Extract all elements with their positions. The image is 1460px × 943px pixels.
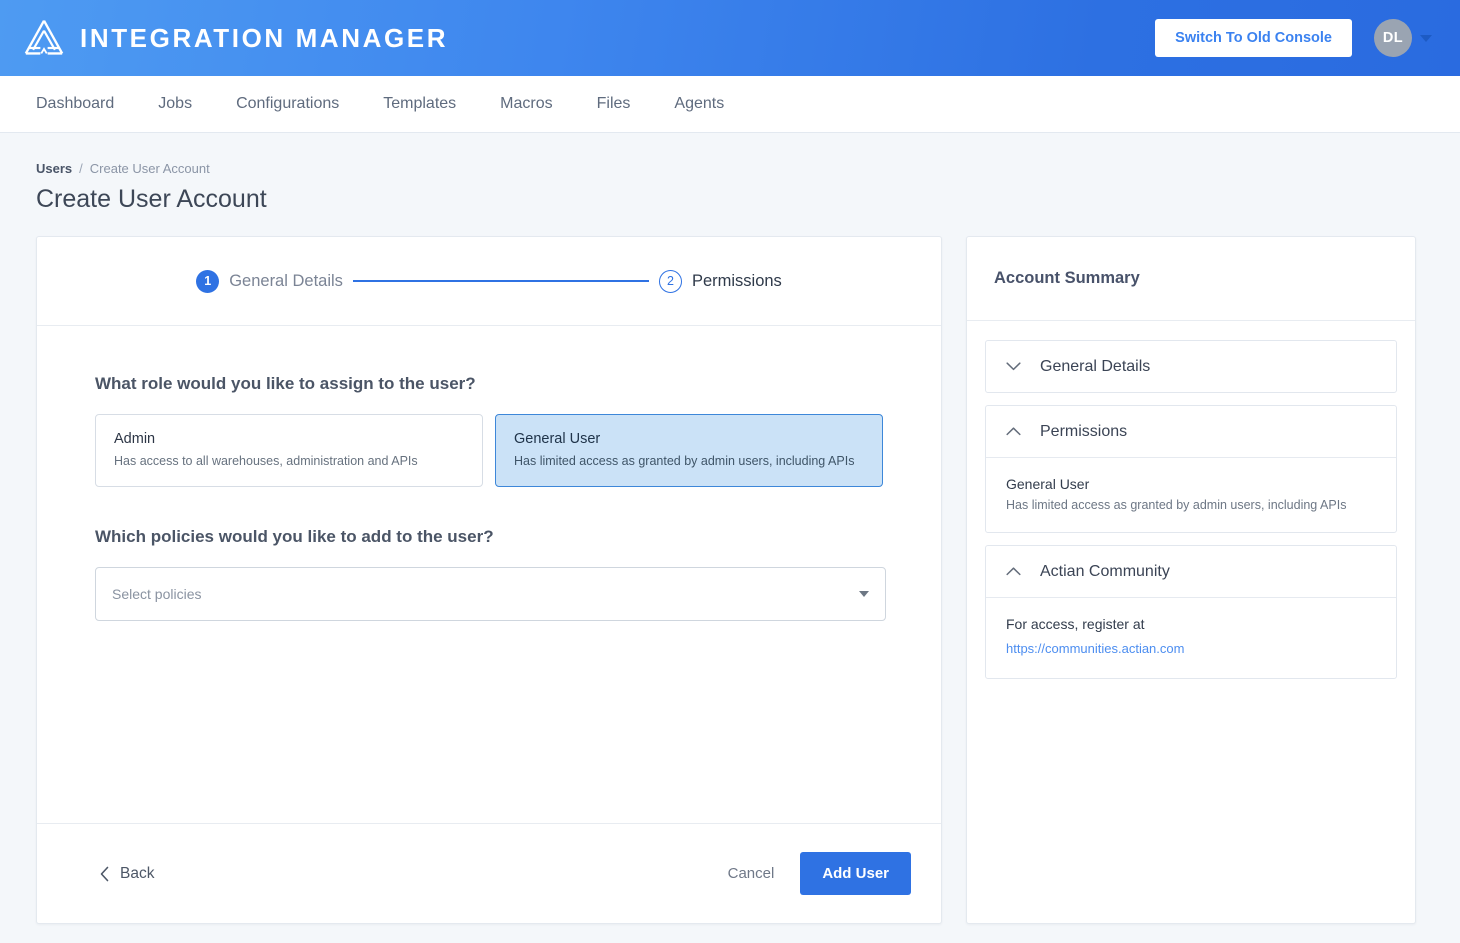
step-2-number: 2 [658,269,682,293]
account-summary-body: General Details Permissions General User [967,321,1415,710]
content-columns: 1 General Details 2 Permissions What rol… [36,236,1416,924]
stepper-connector [352,280,649,282]
chevron-up-icon [1006,563,1021,581]
policies-select[interactable]: Select policies [95,567,886,621]
step-permissions[interactable]: 2 Permissions [658,269,782,293]
breadcrumb: Users / Create User Account [36,161,1416,176]
nav-item-agents[interactable]: Agents [652,95,746,113]
breadcrumb-users-link[interactable]: Users [36,161,72,176]
caret-down-icon[interactable] [1420,34,1432,42]
nav-item-macros[interactable]: Macros [478,95,574,113]
actian-triangle-logo-icon [22,18,66,58]
nav-item-configurations[interactable]: Configurations [214,95,361,113]
wizard-card: 1 General Details 2 Permissions What rol… [36,236,942,924]
nav-item-files[interactable]: Files [575,95,653,113]
nav-item-dashboard[interactable]: Dashboard [36,95,136,113]
chevron-up-icon [1006,423,1021,441]
role-option-admin[interactable]: Admin Has access to all warehouses, admi… [95,414,483,487]
role-question-label: What role would you like to assign to th… [95,374,476,393]
brand: INTEGRATION MANAGER [22,18,448,58]
summary-section-actian-community-label: Actian Community [1040,562,1170,580]
summary-role-name: General User [1006,476,1090,492]
wizard-stepper: 1 General Details 2 Permissions [37,237,941,326]
main-nav: Dashboard Jobs Configurations Templates … [0,76,1460,133]
brand-title: INTEGRATION MANAGER [80,22,449,53]
caret-down-icon[interactable] [859,591,869,597]
nav-item-jobs[interactable]: Jobs [136,95,214,113]
account-summary-card: Account Summary General Details Permissi… [966,236,1416,924]
step-1-label: General Details [229,271,343,290]
policies-select-placeholder: Select policies [112,586,202,602]
header-actions: Switch To Old Console DL [1155,19,1432,57]
page-title: Create User Account [36,185,267,213]
role-option-admin-name: Admin [114,431,156,447]
back-button[interactable]: Back [95,859,158,889]
step-1-number: 1 [196,269,220,293]
community-register-text: For access, register at [1006,616,1145,632]
summary-section-actian-community-content: For access, register at https://communit… [986,597,1396,678]
switch-to-old-console-button[interactable]: Switch To Old Console [1155,19,1352,57]
role-option-general-user-name: General User [514,431,601,447]
page-content: Users / Create User Account Create User … [0,133,1460,943]
summary-section-general-details-header[interactable]: General Details [986,341,1396,392]
nav-item-templates[interactable]: Templates [361,95,478,113]
role-option-group: Admin Has access to all warehouses, admi… [95,414,883,487]
role-option-admin-description: Has access to all warehouses, administra… [114,454,418,468]
summary-role-description: Has limited access as granted by admin u… [1006,498,1347,512]
app-header: INTEGRATION MANAGER Switch To Old Consol… [0,0,1460,76]
add-user-button[interactable]: Add User [800,852,911,895]
summary-section-permissions-header[interactable]: Permissions [986,406,1396,457]
wizard-body: What role would you like to assign to th… [37,326,941,823]
cancel-button[interactable]: Cancel [718,857,785,890]
wizard-footer: Back Cancel Add User [37,823,941,923]
role-option-general-user-description: Has limited access as granted by admin u… [514,454,855,468]
summary-section-permissions-label: Permissions [1040,422,1128,440]
policy-question-label: Which policies would you like to add to … [95,527,494,546]
summary-section-general-details-label: General Details [1040,357,1151,375]
community-register-link[interactable]: https://communities.actian.com [1006,641,1184,656]
summary-section-actian-community: Actian Community For access, register at… [985,545,1397,679]
summary-section-actian-community-header[interactable]: Actian Community [986,546,1396,597]
wizard-footer-actions: Cancel Add User [718,852,911,895]
avatar[interactable]: DL [1374,19,1412,57]
account-summary-header: Account Summary [967,237,1415,321]
step-general-details[interactable]: 1 General Details [196,269,343,293]
back-button-label: Back [120,864,155,882]
step-2-label: Permissions [691,271,782,290]
summary-section-general-details: General Details [985,340,1397,393]
summary-section-permissions-content: General User Has limited access as grant… [986,457,1396,532]
chevron-left-icon [99,866,110,882]
breadcrumb-current: Create User Account [89,161,210,176]
summary-section-permissions: Permissions General User Has limited acc… [985,405,1397,533]
breadcrumb-separator: / [79,161,83,176]
account-summary-title: Account Summary [994,269,1140,287]
user-menu[interactable]: DL [1374,19,1432,57]
chevron-down-icon [1006,358,1021,376]
role-option-general-user[interactable]: General User Has limited access as grant… [495,414,883,487]
